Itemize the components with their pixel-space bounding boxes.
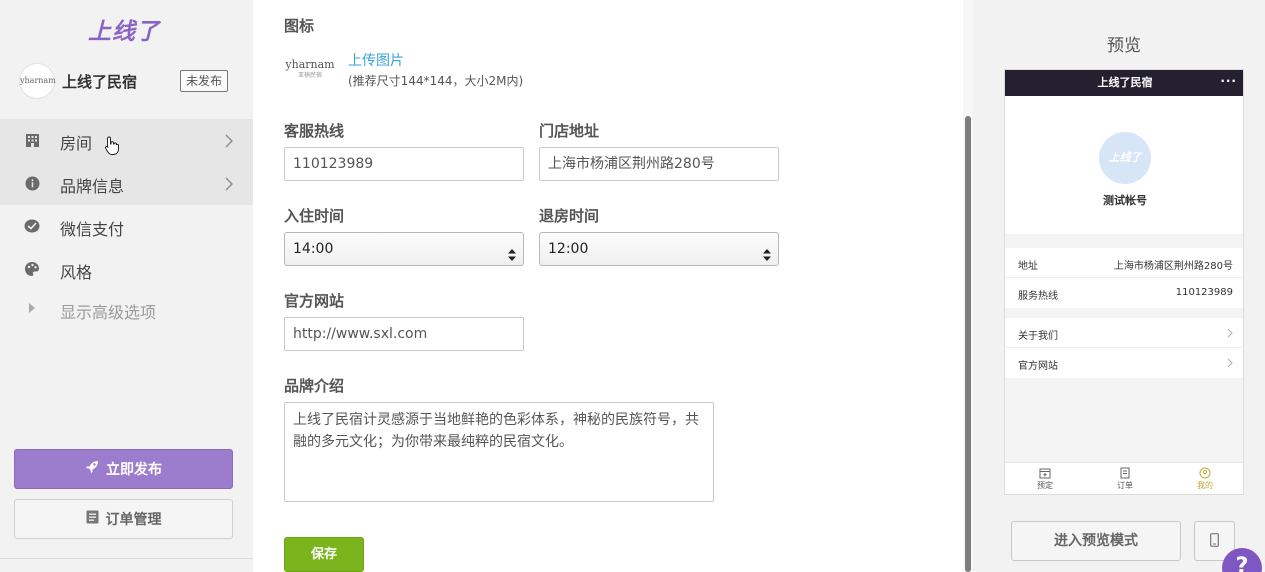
phone-info-group: 地址 上海市杨浦区荆州路280号 服务热线 110123989 xyxy=(1005,248,1243,308)
phone-account-name: 测试帐号 xyxy=(1103,194,1147,207)
phone-link-row: 关于我们 xyxy=(1005,318,1243,348)
calendar-icon xyxy=(1039,468,1051,479)
checkout-select[interactable]: 12:00 xyxy=(539,232,779,266)
chevron-right-icon xyxy=(224,176,234,191)
website-label: 官方网站 xyxy=(284,292,345,310)
hotline-label: 客服热线 xyxy=(284,122,345,140)
phone-preview: 上线了民宿 ··· 上线了 测试帐号 地址 上海市杨浦区荆州路280号 服务热线… xyxy=(1004,69,1244,495)
app-logo[interactable]: 上线了 xyxy=(88,12,160,46)
phone-info-row: 服务热线 110123989 xyxy=(1005,278,1243,308)
preview-mode-button[interactable]: 进入预览模式 xyxy=(1011,521,1181,561)
building-icon xyxy=(24,132,40,148)
more-icon: ··· xyxy=(1220,74,1237,88)
phone-tab-label: 我的 xyxy=(1197,481,1213,490)
sidebar-item-label: 风格 xyxy=(60,263,93,282)
address-input[interactable]: 上海市杨浦区荆州路280号 xyxy=(539,147,779,181)
preview-title: 预览 xyxy=(1107,36,1141,56)
publish-button[interactable]: 立即发布 xyxy=(14,449,233,489)
sidebar-item-label: 微信支付 xyxy=(60,220,125,239)
phone-row-key: 服务热线 xyxy=(1018,291,1058,302)
upload-hint: (推荐尺寸144*144，大小2M内) xyxy=(348,74,524,88)
sidebar-item-label: 显示高级选项 xyxy=(60,303,157,322)
chevron-right-icon xyxy=(224,133,234,148)
save-button[interactable]: 保存 xyxy=(284,537,364,572)
sidebar-item-label: 房间 xyxy=(60,134,93,153)
publish-label: 立即发布 xyxy=(106,462,162,478)
sidebar-item-advanced-options[interactable]: 显示高级选项 xyxy=(0,291,253,327)
checkout-label: 退房时间 xyxy=(539,207,600,225)
shop-name: 上线了民宿 xyxy=(62,73,138,91)
chevron-right-icon xyxy=(1227,358,1233,368)
phone-avatar: 上线了 xyxy=(1099,132,1151,184)
checkout-value: 12:00 xyxy=(548,241,589,257)
upload-image-link[interactable]: 上传图片 xyxy=(348,50,404,70)
rocket-icon xyxy=(85,460,99,478)
phone-row-value: 上海市杨浦区荆州路280号 xyxy=(1113,261,1233,272)
phone-row-key: 官方网站 xyxy=(1018,361,1058,372)
preview-panel: 预览 上线了民宿 ··· 上线了 测试帐号 地址 上海市杨浦区荆州路280号 服… xyxy=(973,0,1265,572)
sidebar-nav: 房间 品牌信息 微信支付 风格 显示高级选项 xyxy=(0,119,253,327)
phone-header-title: 上线了民宿 xyxy=(1097,76,1153,89)
select-arrows-icon xyxy=(763,242,771,261)
scrollbar-thumb[interactable] xyxy=(965,116,971,572)
caret-right-icon xyxy=(24,300,40,316)
phone-tab-mine: 我的 xyxy=(1185,467,1225,491)
sidebar-divider xyxy=(0,558,253,559)
hand-cursor-icon xyxy=(105,136,119,156)
phone-link-group: 关于我们 官方网站 xyxy=(1005,318,1243,378)
phone-tab-booking: 预定 xyxy=(1025,467,1065,491)
brand-info-form: 图标 yharnam 亚楠民宿 上传图片 (推荐尺寸144*144，大小2M内)… xyxy=(253,0,973,572)
sidebar-item-rooms[interactable]: 房间 xyxy=(0,119,253,162)
phone-tab-bar: 预定 订单 我的 xyxy=(1005,462,1243,494)
phone-row-key: 地址 xyxy=(1018,261,1038,272)
address-label: 门店地址 xyxy=(539,122,600,140)
user-icon xyxy=(1199,467,1211,479)
sidebar-item-brand-info[interactable]: 品牌信息 xyxy=(0,162,253,205)
phone-row-key: 关于我们 xyxy=(1018,331,1058,342)
website-input[interactable]: http://www.sxl.com xyxy=(284,317,524,351)
shop-avatar: yharnam xyxy=(19,63,56,99)
phone-tab-label: 订单 xyxy=(1117,481,1133,490)
orders-label: 订单管理 xyxy=(105,512,162,528)
shop-header: yharnam 上线了民宿 未发布 xyxy=(19,63,233,99)
hotline-input[interactable]: 110123989 xyxy=(284,147,524,181)
checkin-select[interactable]: 14:00 xyxy=(284,232,524,266)
intro-textarea[interactable]: 上线了民宿计灵感源于当地鲜艳的色彩体系，神秘的民族符号，共融的多元文化；为你带来… xyxy=(284,402,714,502)
document-icon xyxy=(86,510,99,528)
order-management-button[interactable]: 订单管理 xyxy=(14,499,233,539)
info-icon xyxy=(24,175,40,191)
palette-icon xyxy=(24,261,40,277)
sidebar-item-style[interactable]: 风格 xyxy=(0,248,253,291)
phone-row-value: 110123989 xyxy=(1175,287,1233,298)
brand-logo-subtext: 亚楠民宿 xyxy=(297,72,322,79)
mobile-phone-icon xyxy=(1210,532,1219,551)
order-icon xyxy=(1120,467,1130,479)
sidebar-item-wechat-pay[interactable]: 微信支付 xyxy=(0,205,253,248)
phone-tab-label: 预定 xyxy=(1037,481,1053,490)
sidebar-item-label: 品牌信息 xyxy=(60,177,125,196)
sidebar: 上线了 yharnam 上线了民宿 未发布 房间 品牌信息 微信支付 风格 显示… xyxy=(0,0,253,572)
phone-header: 上线了民宿 ··· xyxy=(1005,70,1243,96)
select-arrows-icon xyxy=(508,242,516,261)
phone-info-row: 地址 上海市杨浦区荆州路280号 xyxy=(1005,248,1243,278)
brand-logo-text: yharnam xyxy=(285,58,335,71)
wechat-pay-icon xyxy=(24,218,40,234)
checkin-label: 入住时间 xyxy=(284,207,345,225)
checkin-value: 14:00 xyxy=(293,241,334,257)
phone-profile: 上线了 测试帐号 xyxy=(1005,96,1243,234)
intro-label: 品牌介绍 xyxy=(284,377,345,395)
phone-tab-orders: 订单 xyxy=(1105,467,1145,491)
brand-logo-image: yharnam 亚楠民宿 xyxy=(284,50,336,86)
status-badge: 未发布 xyxy=(180,70,229,92)
icon-label: 图标 xyxy=(284,17,315,35)
phone-link-row: 官方网站 xyxy=(1005,348,1243,378)
chevron-right-icon xyxy=(1227,328,1233,338)
